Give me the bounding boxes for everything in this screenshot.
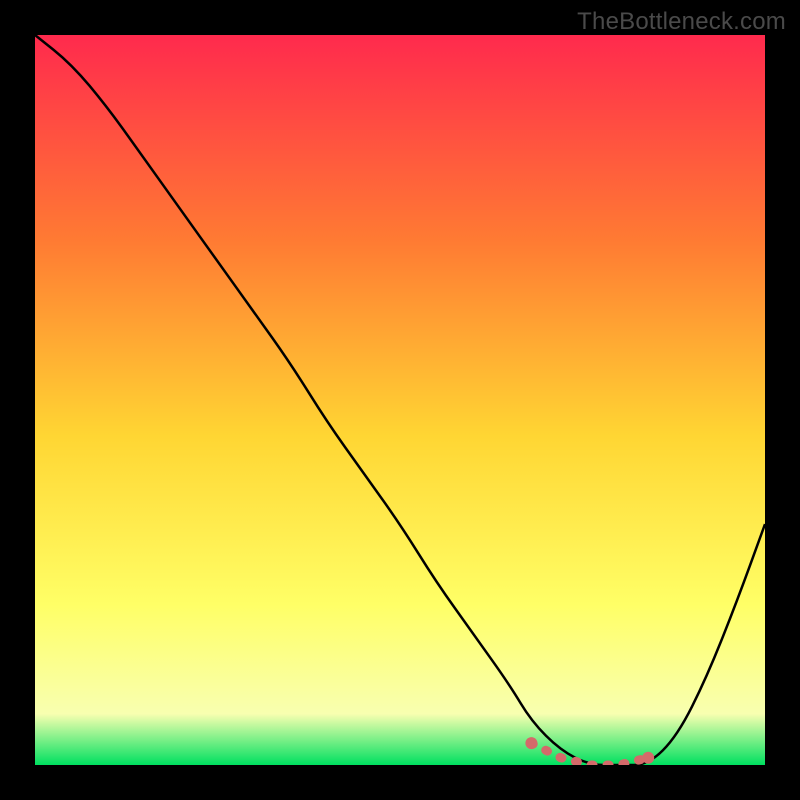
plot-area [35,35,765,765]
chart-svg [35,35,765,765]
optimal-endpoint [525,737,537,749]
chart-container: TheBottleneck.com [0,0,800,800]
optimal-endpoint [642,752,654,764]
gradient-background [35,35,765,765]
watermark-text: TheBottleneck.com [577,8,786,36]
